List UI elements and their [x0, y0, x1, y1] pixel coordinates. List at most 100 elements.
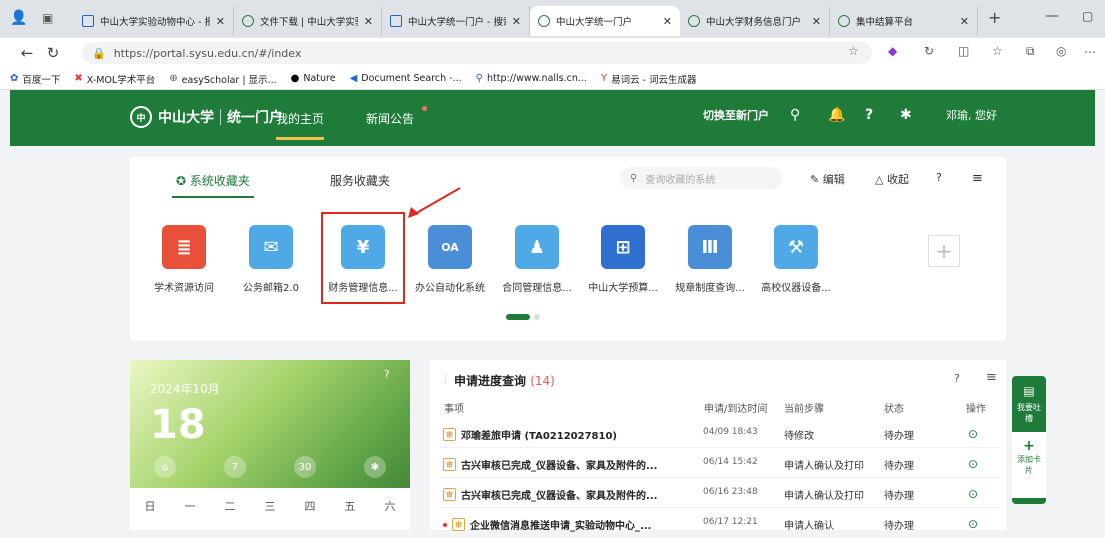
browser-tab-active[interactable]: 中山大学统一门户 ✕ — [530, 6, 680, 36]
close-icon[interactable]: ✕ — [663, 15, 672, 28]
refresh-icon[interactable]: ↻ — [40, 44, 66, 62]
browser-tab[interactable]: 中山大学财务信息门户 ✕ — [680, 6, 830, 36]
url-field[interactable]: 🔒 https://portal.sysu.edu.cn/#/index — [82, 42, 872, 64]
favorites-search[interactable]: ⚲ 查询收藏的系统 — [620, 167, 782, 189]
gear-icon[interactable]: ✱ — [900, 107, 912, 123]
bookmark-item[interactable]: Y 易词云 - 词云生成器 — [601, 72, 697, 86]
restore-button[interactable]: ▢ — [1082, 9, 1093, 23]
row-title[interactable]: 审邓瑜差旅申请 (TA0212027810) — [443, 427, 617, 442]
close-icon[interactable]: ✕ — [812, 15, 821, 28]
column-header: 当前步骤 — [784, 404, 824, 415]
row-title[interactable]: 审古兴审核已完成_仪器设备、家具及附件的... — [443, 487, 657, 502]
app-budget[interactable]: ⊞ 中山大学预算... — [583, 225, 663, 294]
bookmark-item[interactable]: ◀ Document Search -... — [350, 73, 462, 84]
table-row[interactable]: 审邓瑜差旅申请 (TA0212027810) 04/09 18:43 待修改 待… — [440, 418, 1000, 448]
bookmark-label: easyScholar | 显示... — [181, 74, 277, 86]
app-regulations[interactable]: Ⅲ 规章制度查询... — [670, 225, 750, 294]
favorites-icon[interactable]: ☆ — [992, 44, 1003, 58]
carousel-dot-active[interactable] — [506, 314, 530, 320]
tab-actions-icon[interactable]: ▣ — [42, 11, 53, 25]
edit-button[interactable]: ✎ 编辑 — [810, 171, 845, 187]
back-icon[interactable]: ← — [14, 44, 40, 62]
search-icon[interactable]: ⚲ — [790, 107, 800, 123]
view-detail-icon[interactable]: ⊙ — [968, 517, 978, 531]
new-tab-button[interactable]: + — [988, 8, 1001, 27]
browser-tab[interactable]: 集中结算平台 ✕ — [830, 6, 978, 36]
tab-system-favorites[interactable]: ✪ 系统收藏夹 — [172, 172, 254, 198]
nav-my-home[interactable]: 我的主页 — [276, 110, 325, 140]
view-detail-icon[interactable]: ⊙ — [968, 457, 978, 471]
browser-tab-bar: 👤 ▣ 中山大学实验动物中心 - 报 ✕ 文件下载 | 中山大学实验动物 ✕ 中山大… — [0, 0, 1105, 38]
bookmark-item[interactable]: ● Nature — [291, 73, 336, 84]
refresh-extension-icon[interactable]: ↻ — [924, 44, 934, 58]
app-instruments[interactable]: ⚒ 高校仪器设备... — [756, 225, 836, 294]
user-greeting[interactable]: 邓瑜, 您好 — [946, 107, 997, 123]
portal-logo[interactable]: 中 中山大学 统一门户 — [130, 106, 283, 128]
help-icon[interactable]: ? — [865, 107, 873, 123]
copilot-icon[interactable]: ◎ — [1056, 44, 1066, 58]
bookmark-item[interactable]: ⊕ easyScholar | 显示... — [169, 72, 276, 86]
logo-divider — [220, 109, 221, 125]
menu-icon[interactable]: ≡ — [972, 171, 983, 186]
search-icon — [390, 15, 402, 27]
tab-label: 中山大学统一门户 — [556, 17, 633, 28]
profile-icon[interactable]: 👤 — [10, 10, 27, 26]
browser-tab[interactable]: 中山大学统一门户 - 搜索 ✕ — [382, 6, 530, 36]
app-label: 高校仪器设备... — [761, 283, 831, 294]
collections-icon[interactable]: ⧉ — [1026, 44, 1035, 59]
close-icon[interactable]: ✕ — [364, 15, 373, 28]
bookmark-item[interactable]: ✿ 百度一下 — [10, 72, 60, 86]
help-icon[interactable]: ? — [954, 372, 960, 385]
bookmark-item[interactable]: ✖ X-MOL学术平台 — [74, 72, 155, 86]
search-icon — [82, 15, 94, 27]
gear-icon[interactable]: ✱ — [364, 456, 386, 478]
tab-service-favorites[interactable]: 服务收藏夹 — [330, 172, 390, 189]
add-app-button[interactable]: + — [928, 235, 960, 267]
nav-news[interactable]: 新闻公告 — [366, 110, 414, 127]
month-view-icon[interactable]: 30 — [294, 456, 316, 478]
bell-icon[interactable]: 🔔 — [828, 107, 845, 123]
bookmark-label: 易词云 - 词云生成器 — [611, 74, 697, 86]
app-email[interactable]: ✉ 公务邮箱2.0 — [231, 225, 311, 294]
calendar-toolbar: ⌂ 7 30 ✱ — [130, 452, 410, 482]
carousel-dot[interactable] — [534, 314, 540, 320]
menu-icon[interactable]: ≡ — [986, 370, 997, 385]
favorite-star-icon[interactable]: ☆ — [848, 44, 859, 58]
view-detail-icon[interactable]: ⊙ — [968, 487, 978, 501]
split-screen-icon[interactable]: ◫ — [958, 44, 969, 58]
home-icon[interactable]: ⌂ — [154, 456, 176, 478]
minimize-button[interactable]: — — [1045, 8, 1059, 24]
bookmark-item[interactable]: ⚲ http://www.nalls.cn... — [476, 73, 587, 84]
browser-tab[interactable]: 文件下载 | 中山大学实验动物 ✕ — [234, 6, 382, 36]
app-contract[interactable]: ♟ 合同管理信息... — [497, 225, 577, 294]
extension-icon[interactable]: ◆ — [888, 44, 897, 58]
table-row[interactable]: 审古兴审核已完成_仪器设备、家具及附件的... 06/16 23:48 申请人确… — [440, 478, 1000, 508]
help-icon[interactable]: ? — [384, 368, 390, 381]
browser-tab[interactable]: 中山大学实验动物中心 - 报 ✕ — [74, 6, 234, 36]
more-icon[interactable]: … — [1084, 42, 1096, 56]
row-title[interactable]: 审古兴审核已完成_仪器设备、家具及附件的... — [443, 457, 657, 472]
collapse-button[interactable]: △ 收起 — [875, 171, 909, 187]
app-academic-resources[interactable]: ≣ 学术资源访问 — [144, 225, 224, 294]
progress-title: 申请进度查询 — [454, 374, 527, 388]
close-icon[interactable]: ✕ — [512, 15, 521, 28]
close-icon[interactable]: ✕ — [960, 15, 969, 28]
view-detail-icon[interactable]: ⊙ — [968, 427, 978, 441]
bookmark-label: Document Search -... — [361, 73, 462, 84]
close-icon[interactable]: ✕ — [216, 15, 225, 28]
weekday-label: 六 — [384, 500, 396, 513]
column-header: 操作 — [966, 404, 986, 415]
address-bar: ← ↻ 🔒 https://portal.sysu.edu.cn/#/index… — [0, 38, 1105, 68]
weekday-label: 一 — [184, 500, 196, 513]
switch-portal-button[interactable]: 切换至新门户 — [703, 107, 769, 123]
add-card-button[interactable]: + 添加卡片 — [1012, 432, 1046, 498]
help-icon[interactable]: ? — [936, 171, 942, 184]
drag-handle-icon[interactable]: ⋮ — [440, 372, 451, 385]
row-title-text: 古兴审核已完成_仪器设备、家具及附件的... — [461, 461, 658, 472]
table-row[interactable]: 审古兴审核已完成_仪器设备、家具及附件的... 06/14 15:42 申请人确… — [440, 448, 1000, 478]
table-row[interactable]: 审企业微信消息推送申请_实验动物中心_... 06/17 12:21 申请人确认… — [440, 508, 1000, 538]
calendar-icon[interactable]: 7 — [224, 456, 246, 478]
tab-label: 中山大学财务信息门户 — [706, 17, 802, 28]
app-office-automation[interactable]: OA 办公自动化系统 — [410, 225, 490, 294]
feedback-button[interactable]: ▤ 我要吐槽 — [1012, 376, 1046, 424]
